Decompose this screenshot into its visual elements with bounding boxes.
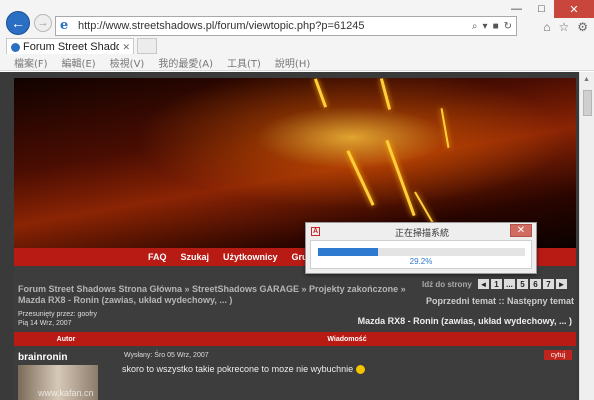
page-link[interactable]: 7	[543, 279, 554, 289]
post-meta: Wysłany: Śro 05 Wrz, 2007	[124, 352, 209, 359]
nav-users[interactable]: Użytkownicy	[223, 252, 278, 262]
browser-toolbar: ← → e http://www.streetshadows.pl/forum/…	[0, 0, 594, 38]
back-button[interactable]: ←	[6, 11, 30, 35]
tab-forum[interactable]: Forum Street Shado... ✕	[6, 38, 134, 55]
message-column-header: Wiadomość	[327, 335, 367, 343]
url-text[interactable]: http://www.streetshadows.pl/forum/viewto…	[78, 20, 472, 32]
minimize-button[interactable]: —	[504, 0, 529, 18]
menu-view[interactable]: 檢視(V)	[110, 55, 145, 70]
scan-progress-fill	[318, 248, 379, 256]
address-bar[interactable]: e http://www.streetshadows.pl/forum/view…	[55, 16, 517, 36]
menu-edit[interactable]: 編輯(E)	[62, 55, 96, 70]
gear-icon[interactable]: ⚙	[577, 20, 588, 34]
tab-title: Forum Street Shado...	[23, 41, 120, 53]
tab-row: Forum Street Shado... ✕	[0, 38, 594, 55]
dialog-title: 正在掃描系統	[394, 229, 449, 239]
nav-search[interactable]: Szukaj	[181, 252, 210, 262]
forward-arrow-icon: →	[37, 17, 49, 29]
page-next[interactable]: ►	[556, 279, 567, 289]
favicon-icon	[11, 42, 20, 52]
back-arrow-icon: ←	[11, 15, 25, 31]
scan-dialog: A 正在掃描系統 ✕ 29.2%	[305, 222, 537, 274]
tab-close-icon[interactable]: ✕	[122, 42, 130, 53]
menu-bar: 檔案(F) 編輯(E) 檢視(V) 我的最愛(A) 工具(T) 說明(H)	[0, 54, 594, 71]
dialog-close-button[interactable]: ✕	[510, 224, 532, 237]
maximize-button[interactable]: □	[529, 0, 554, 18]
moved-date: Pią 14 Wrz, 2007	[18, 320, 72, 327]
moved-by: Przesunięty przez: goofry	[18, 311, 97, 318]
prev-next-topic[interactable]: Poprzedni temat :: Następny temat	[426, 296, 574, 306]
page-link[interactable]: 6	[530, 279, 541, 289]
post-text: skoro to wszystko takie pokrecone to moz…	[122, 364, 354, 374]
menu-file[interactable]: 檔案(F)	[14, 55, 48, 70]
posts-table-header: Autor Wiadomość	[14, 332, 576, 346]
post-body: skoro to wszystko takie pokrecone to moz…	[122, 364, 365, 375]
menu-help[interactable]: 說明(H)	[275, 55, 310, 70]
quote-button[interactable]: cytuj	[544, 350, 572, 360]
refresh-icon[interactable]: ↻	[504, 21, 512, 32]
vertical-scrollbar[interactable]: ▲	[579, 72, 594, 400]
close-window-button[interactable]: ✕	[554, 0, 594, 18]
dropdown-icon[interactable]: ▾	[483, 21, 488, 32]
close-icon: ✕	[516, 225, 526, 236]
breadcrumb[interactable]: Forum Street Shadows Strona Główna » Str…	[18, 284, 418, 306]
scan-progress-bar	[318, 248, 525, 256]
new-tab-button[interactable]	[137, 38, 157, 54]
forward-button[interactable]: →	[34, 14, 52, 32]
menu-favorites[interactable]: 我的最愛(A)	[158, 55, 213, 70]
home-icon[interactable]: ⌂	[543, 20, 550, 34]
certificate-icon[interactable]: ■	[493, 21, 499, 32]
page-prev[interactable]: ◄	[478, 279, 489, 289]
watermark: www.kafan.cn	[38, 388, 94, 398]
scan-progress-label: 29.2%	[409, 257, 433, 266]
search-icon[interactable]: ⌕	[472, 21, 478, 32]
menu-tools[interactable]: 工具(T)	[227, 55, 261, 70]
dialog-body: 29.2%	[310, 240, 532, 269]
post-author[interactable]: brainronin	[18, 352, 67, 363]
scroll-thumb[interactable]	[583, 90, 592, 116]
browser-window: ← → e http://www.streetshadows.pl/forum/…	[0, 0, 594, 400]
favorites-star-icon[interactable]: ☆	[558, 20, 569, 34]
scroll-up-icon[interactable]: ▲	[583, 76, 590, 83]
pagination: ◄ 1 ... 5 6 7 ►	[478, 279, 567, 289]
ie-logo-icon: e	[60, 18, 69, 33]
nav-faq[interactable]: FAQ	[148, 252, 167, 262]
moved-info: Przesunięty przez: goofry Pią 14 Wrz, 20…	[18, 310, 198, 328]
pager-label: Idź do strony	[422, 280, 472, 289]
author-column-header: Autor	[56, 335, 76, 343]
page-ellipsis: ...	[504, 279, 515, 289]
forum-topic-area: Forum Street Shadows Strona Główna » Str…	[14, 266, 576, 400]
smiley-icon	[355, 365, 365, 375]
topic-title[interactable]: Mazda RX8 - Ronin (zawias, układ wydecho…	[358, 316, 572, 326]
page-link[interactable]: 1	[491, 279, 502, 289]
page-link[interactable]: 5	[517, 279, 528, 289]
